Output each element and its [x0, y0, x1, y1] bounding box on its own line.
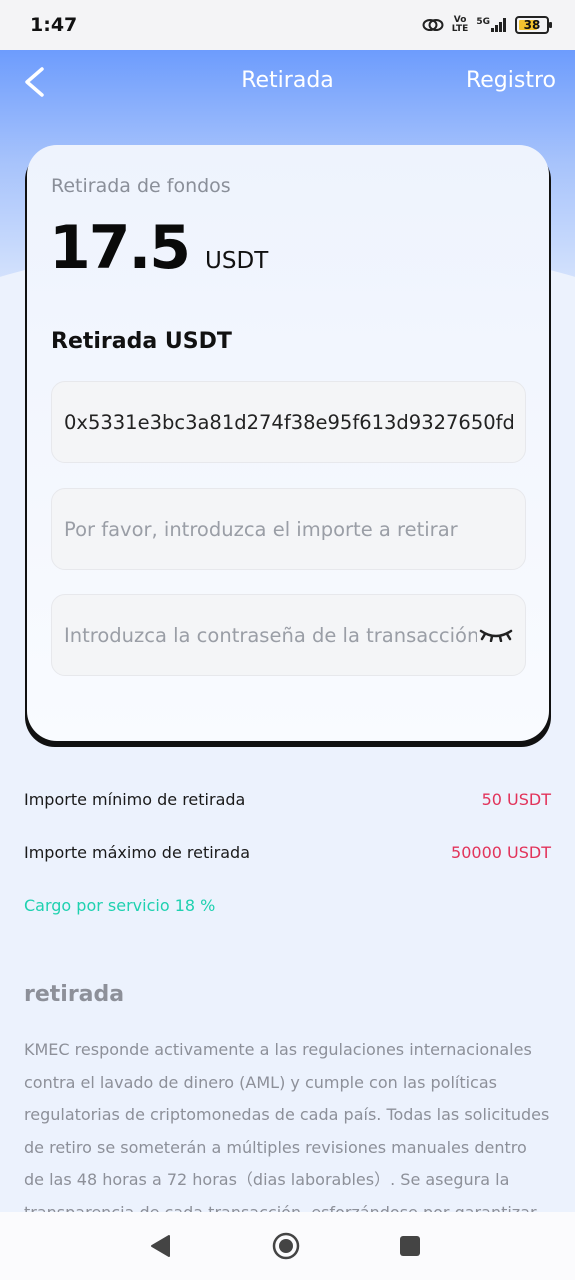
- battery-level: 38: [523, 18, 541, 32]
- description-title: retirada: [24, 982, 125, 1007]
- password-field[interactable]: [51, 594, 526, 676]
- max-withdraw-label: Importe máximo de retirada: [24, 843, 251, 862]
- circle-home-icon: [272, 1232, 300, 1260]
- password-input[interactable]: [64, 623, 477, 647]
- battery-icon: 38: [515, 16, 552, 34]
- service-fee: Cargo por servicio 18 %: [24, 896, 216, 915]
- square-recents-icon: [400, 1236, 420, 1256]
- balance-value: 17.5: [49, 213, 191, 283]
- top-nav: Retirada Registro: [0, 50, 575, 114]
- nav-back-button[interactable]: [146, 1232, 174, 1260]
- volte-bottom: LTE: [451, 24, 469, 34]
- balance-label: Retirada de fondos: [51, 175, 231, 197]
- section-title: Retirada USDT: [51, 329, 232, 354]
- link-icon: [422, 19, 444, 31]
- registro-link[interactable]: Registro: [466, 68, 556, 93]
- withdraw-card: Retirada de fondos 17.5 USDT Retirada US…: [27, 145, 549, 741]
- min-withdraw-value: 50 USDT: [481, 790, 551, 809]
- status-bar: 1:47 Vo LTE 5G 38: [0, 0, 575, 50]
- nav-recents-button[interactable]: [396, 1232, 424, 1260]
- balance-amount: 17.5 USDT: [49, 213, 268, 283]
- max-withdraw-row: Importe máximo de retirada 50000 USDT: [24, 843, 551, 862]
- amount-field[interactable]: [51, 488, 526, 570]
- status-icons: Vo LTE 5G 38: [422, 16, 552, 34]
- eye-closed-icon[interactable]: [477, 625, 513, 645]
- system-nav-bar: [0, 1212, 575, 1280]
- address-field[interactable]: [51, 381, 526, 463]
- amount-input[interactable]: [64, 517, 513, 541]
- triangle-back-icon: [151, 1235, 170, 1257]
- status-time: 1:47: [30, 14, 78, 36]
- min-withdraw-label: Importe mínimo de retirada: [24, 790, 246, 809]
- address-input[interactable]: [64, 410, 513, 434]
- signal-label: 5G: [476, 17, 490, 27]
- nav-home-button[interactable]: [272, 1232, 300, 1260]
- signal-icon: 5G: [476, 18, 507, 32]
- max-withdraw-value: 50000 USDT: [451, 843, 551, 862]
- volte-indicator: Vo LTE: [452, 16, 469, 34]
- balance-unit: USDT: [205, 248, 269, 274]
- min-withdraw-row: Importe mínimo de retirada 50 USDT: [24, 790, 551, 809]
